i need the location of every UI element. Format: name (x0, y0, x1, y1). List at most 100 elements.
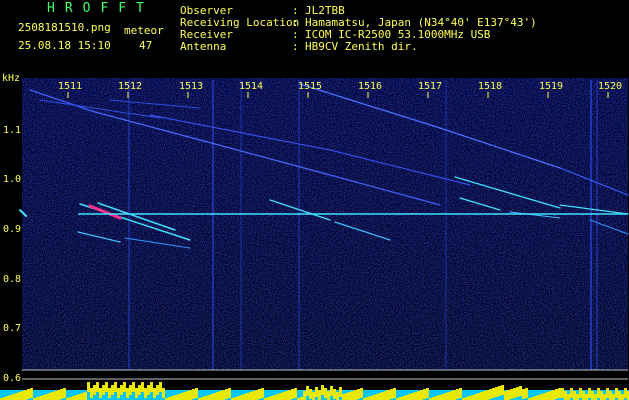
level-bar (546, 392, 549, 400)
level-bar (282, 392, 285, 400)
level-bar (90, 388, 93, 398)
level-bar (522, 389, 525, 399)
time-tick-label: 1518 (478, 81, 503, 92)
interference-line (298, 80, 300, 370)
level-bar (153, 388, 156, 398)
level-bar (24, 390, 27, 400)
level-bar (612, 394, 615, 400)
level-bar (474, 394, 477, 400)
level-bar (39, 396, 42, 400)
level-bar (57, 390, 60, 400)
level-bar (141, 382, 144, 392)
level-bar (81, 393, 84, 400)
level-bar (318, 390, 321, 400)
level-bar (216, 392, 219, 400)
level-bar (183, 392, 186, 400)
level-bar (270, 396, 273, 400)
level-bar (477, 393, 480, 400)
level-bar (156, 385, 159, 395)
interference-line (128, 80, 130, 370)
level-bar (603, 394, 606, 400)
level-bar (306, 386, 309, 396)
level-bar (78, 394, 81, 400)
level-bar (426, 388, 429, 398)
level-bar (498, 386, 501, 396)
meteor-count: 47 (139, 39, 153, 52)
time-tick-label: 1515 (298, 81, 323, 92)
meteor-label: meteor (124, 24, 164, 37)
interference-line (590, 80, 592, 370)
level-bar (327, 391, 330, 400)
level-bar (438, 395, 441, 400)
level-bar (159, 382, 162, 392)
level-bar (9, 395, 12, 400)
y-tick-label: 0.9 (3, 224, 22, 235)
level-bar (330, 386, 333, 396)
level-bar (453, 390, 456, 400)
level-bar (177, 394, 180, 400)
level-bar (459, 388, 462, 398)
level-bar (333, 389, 336, 399)
level-bar (504, 391, 507, 400)
level-bar (345, 393, 348, 400)
level-bar (339, 387, 342, 397)
level-bar (303, 391, 306, 400)
level-bar (450, 391, 453, 400)
level-bar (312, 392, 315, 400)
level-bar (138, 385, 141, 395)
signal-level-bars (0, 382, 629, 400)
level-bar (237, 396, 240, 400)
level-bar (561, 388, 564, 398)
level-bar (321, 385, 324, 395)
level-bar (309, 389, 312, 399)
level-bar (63, 388, 66, 398)
level-bar (441, 394, 444, 400)
level-bar (261, 388, 264, 398)
level-bar (195, 388, 198, 398)
y-axis-unit: kHz (2, 73, 21, 84)
level-bar (93, 385, 96, 395)
spectrogram-noise (22, 78, 628, 370)
level-bar (393, 388, 396, 398)
level-bar (147, 385, 150, 395)
level-bar (204, 396, 207, 400)
colon: : (292, 40, 299, 53)
level-bar (492, 388, 495, 398)
level-bar (207, 395, 210, 400)
level-bar (84, 392, 87, 400)
level-bar (567, 394, 570, 400)
level-bar (516, 387, 519, 397)
level-bar (423, 389, 426, 399)
level-bar (174, 395, 177, 400)
level-bar (570, 388, 573, 398)
level-bar (495, 387, 498, 397)
level-bar (273, 395, 276, 400)
level-bar (123, 382, 126, 392)
level-bar (447, 392, 450, 400)
level-bar (558, 388, 561, 398)
level-bar (75, 395, 78, 400)
level-bar (171, 396, 174, 400)
antenna-value: HB9CV Zenith dir. (305, 40, 418, 53)
level-bar (489, 389, 492, 399)
y-tick-label: 1.0 (3, 174, 22, 185)
level-bar (189, 390, 192, 400)
time-tick-label: 1516 (358, 81, 383, 92)
level-bar (294, 388, 297, 398)
level-bar (372, 395, 375, 400)
level-bar (444, 393, 447, 400)
level-bar (336, 392, 339, 400)
level-bar (6, 396, 9, 400)
level-bar (180, 393, 183, 400)
level-bar (45, 394, 48, 400)
level-bar (21, 391, 24, 400)
level-bar (510, 389, 513, 399)
level-bar (240, 395, 243, 400)
level-bar (342, 394, 345, 400)
interference-line (212, 80, 214, 370)
level-bar (519, 386, 522, 396)
level-bar (579, 388, 582, 398)
level-bar (513, 388, 516, 398)
level-bar (480, 392, 483, 400)
level-bar (150, 382, 153, 392)
